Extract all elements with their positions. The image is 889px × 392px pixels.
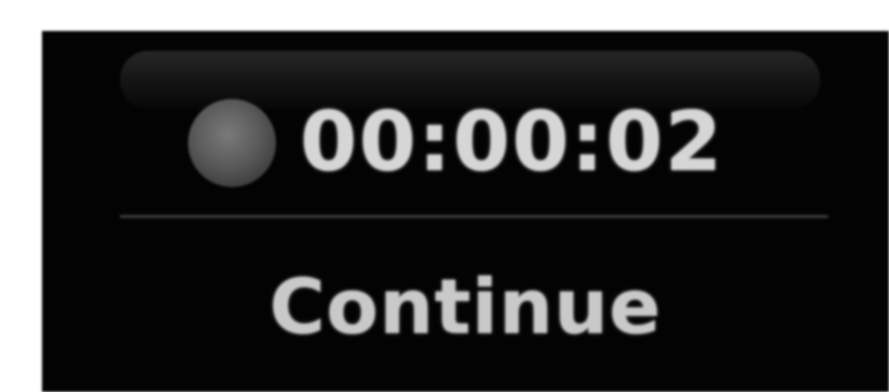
recording-status-row: 00:00:02 [188,93,724,193]
recording-osd-panel: 00:00:02 Continue [42,31,889,392]
record-dot-icon [188,99,276,187]
recording-timer: 00:00:02 [300,95,724,190]
osd-divider [120,215,828,218]
continue-label: Continue [269,262,662,351]
